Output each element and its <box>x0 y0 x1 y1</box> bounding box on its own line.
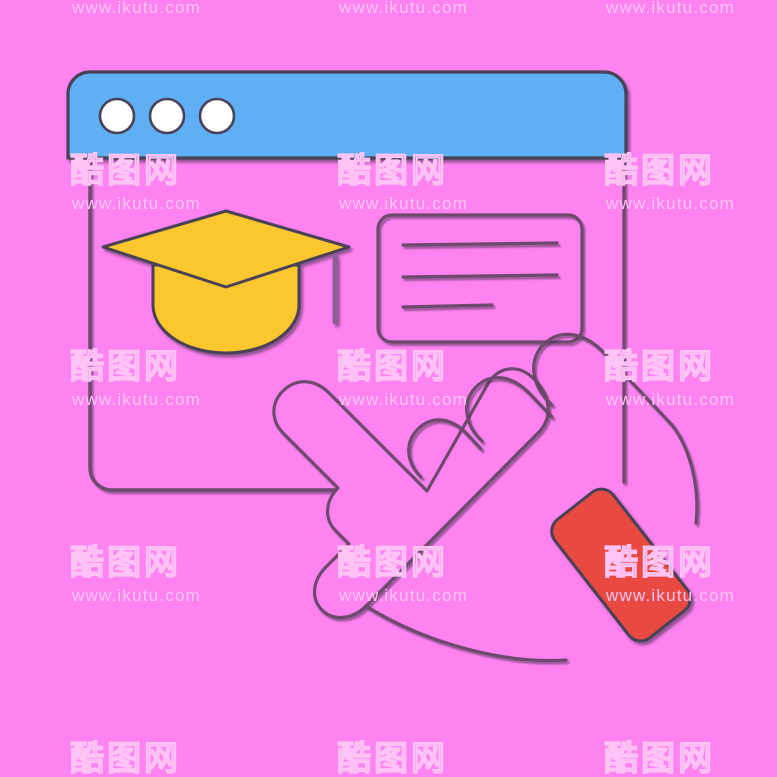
illustration-canvas: 酷图网 www.ikutu.com 酷图网 www.ikutu.com 酷图网 … <box>0 0 777 777</box>
window-dot-close[interactable] <box>98 97 136 135</box>
card-text-line-2 <box>401 273 559 279</box>
card-text-line-1 <box>401 241 559 247</box>
window-dot-minimize[interactable] <box>148 97 186 135</box>
browser-title-bar[interactable] <box>66 70 628 160</box>
card-text-line-3 <box>401 303 494 309</box>
flat-illustration-artwork <box>0 0 777 777</box>
window-dot-maximize[interactable] <box>198 97 236 135</box>
